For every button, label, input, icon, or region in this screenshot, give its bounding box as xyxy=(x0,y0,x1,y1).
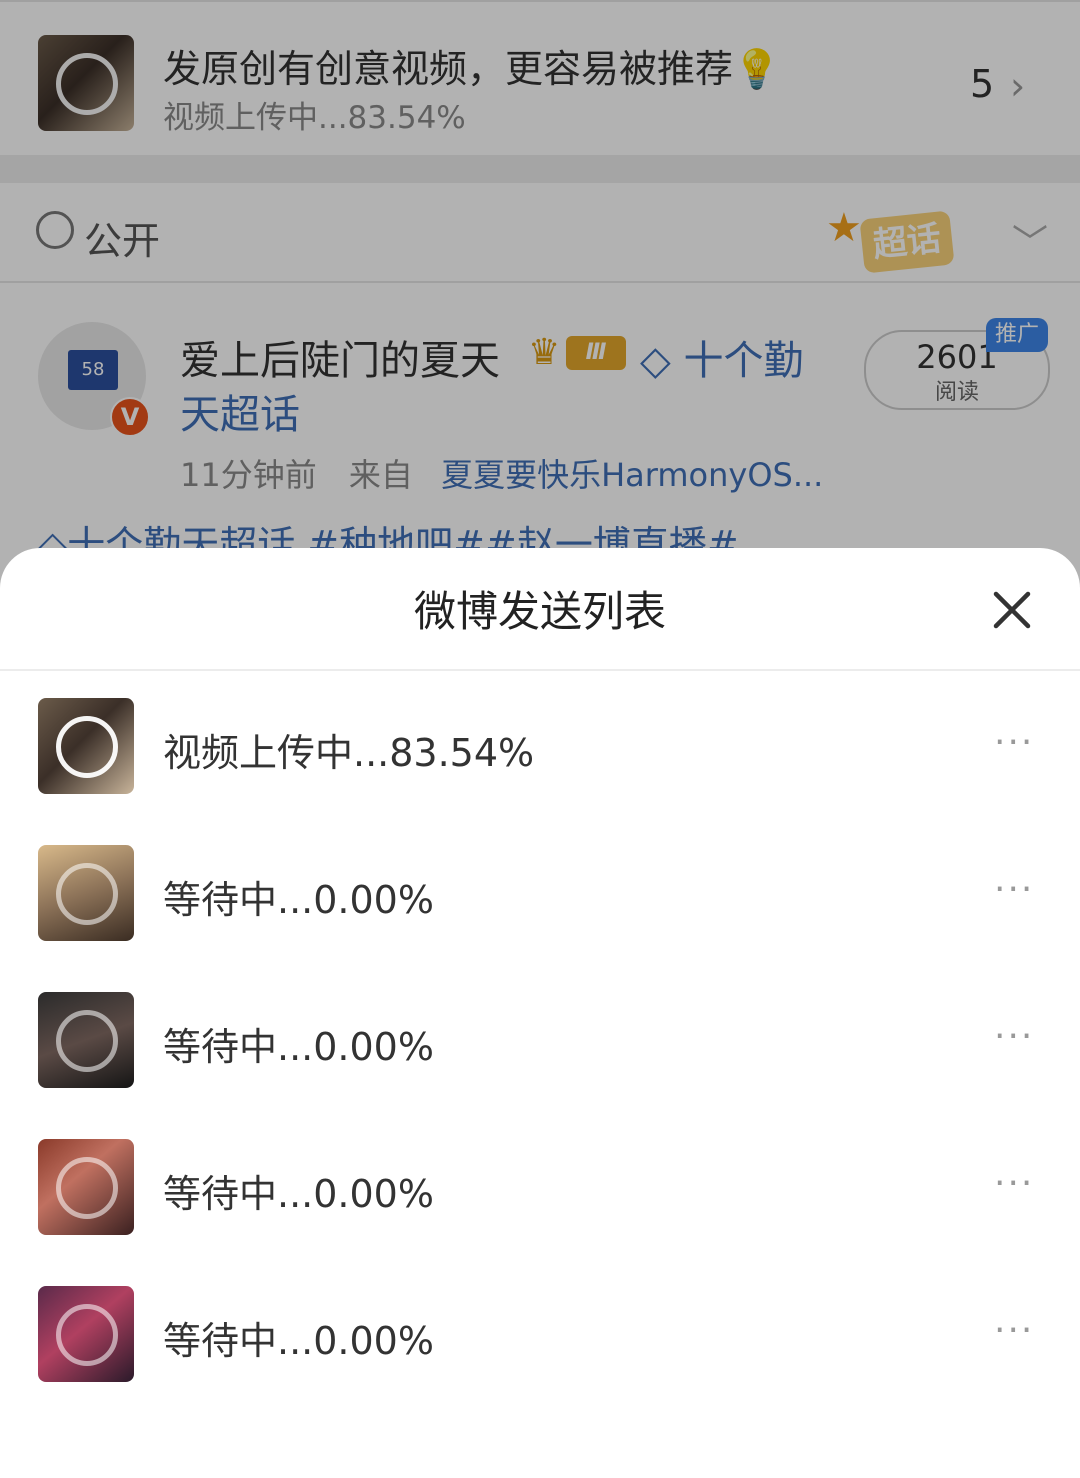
progress-ring-icon xyxy=(56,1157,118,1219)
progress-ring-icon xyxy=(56,716,118,778)
upload-status: 等待中...0.00% xyxy=(163,1025,434,1069)
video-thumbnail xyxy=(38,1286,134,1382)
upload-status: 等待中...0.00% xyxy=(163,1319,434,1363)
close-icon[interactable] xyxy=(988,586,1036,634)
more-icon[interactable]: ··· xyxy=(994,1310,1034,1351)
video-thumbnail xyxy=(38,845,134,941)
list-item[interactable]: 等待中...0.00% ··· xyxy=(0,1139,1080,1286)
more-icon[interactable]: ··· xyxy=(994,722,1034,763)
send-list-sheet: 微博发送列表 视频上传中...83.54% ··· 等待中...0.00% ··… xyxy=(0,548,1080,1478)
list-item[interactable]: 视频上传中...83.54% ··· xyxy=(0,698,1080,845)
list-item[interactable]: 等待中...0.00% ··· xyxy=(0,1286,1080,1433)
video-thumbnail xyxy=(38,698,134,794)
upload-status: 等待中...0.00% xyxy=(163,1172,434,1216)
video-thumbnail xyxy=(38,1139,134,1235)
progress-ring-icon xyxy=(56,863,118,925)
more-icon[interactable]: ··· xyxy=(994,1163,1034,1204)
upload-status: 视频上传中...83.54% xyxy=(163,731,535,775)
more-icon[interactable]: ··· xyxy=(994,869,1034,910)
more-icon[interactable]: ··· xyxy=(994,1016,1034,1057)
progress-ring-icon xyxy=(56,1304,118,1366)
list-item[interactable]: 等待中...0.00% ··· xyxy=(0,992,1080,1139)
divider xyxy=(0,669,1080,671)
upload-status: 等待中...0.00% xyxy=(163,878,434,922)
list-item[interactable]: 等待中...0.00% ··· xyxy=(0,845,1080,992)
video-thumbnail xyxy=(38,992,134,1088)
sheet-title: 微博发送列表 xyxy=(413,587,666,636)
progress-ring-icon xyxy=(56,1010,118,1072)
